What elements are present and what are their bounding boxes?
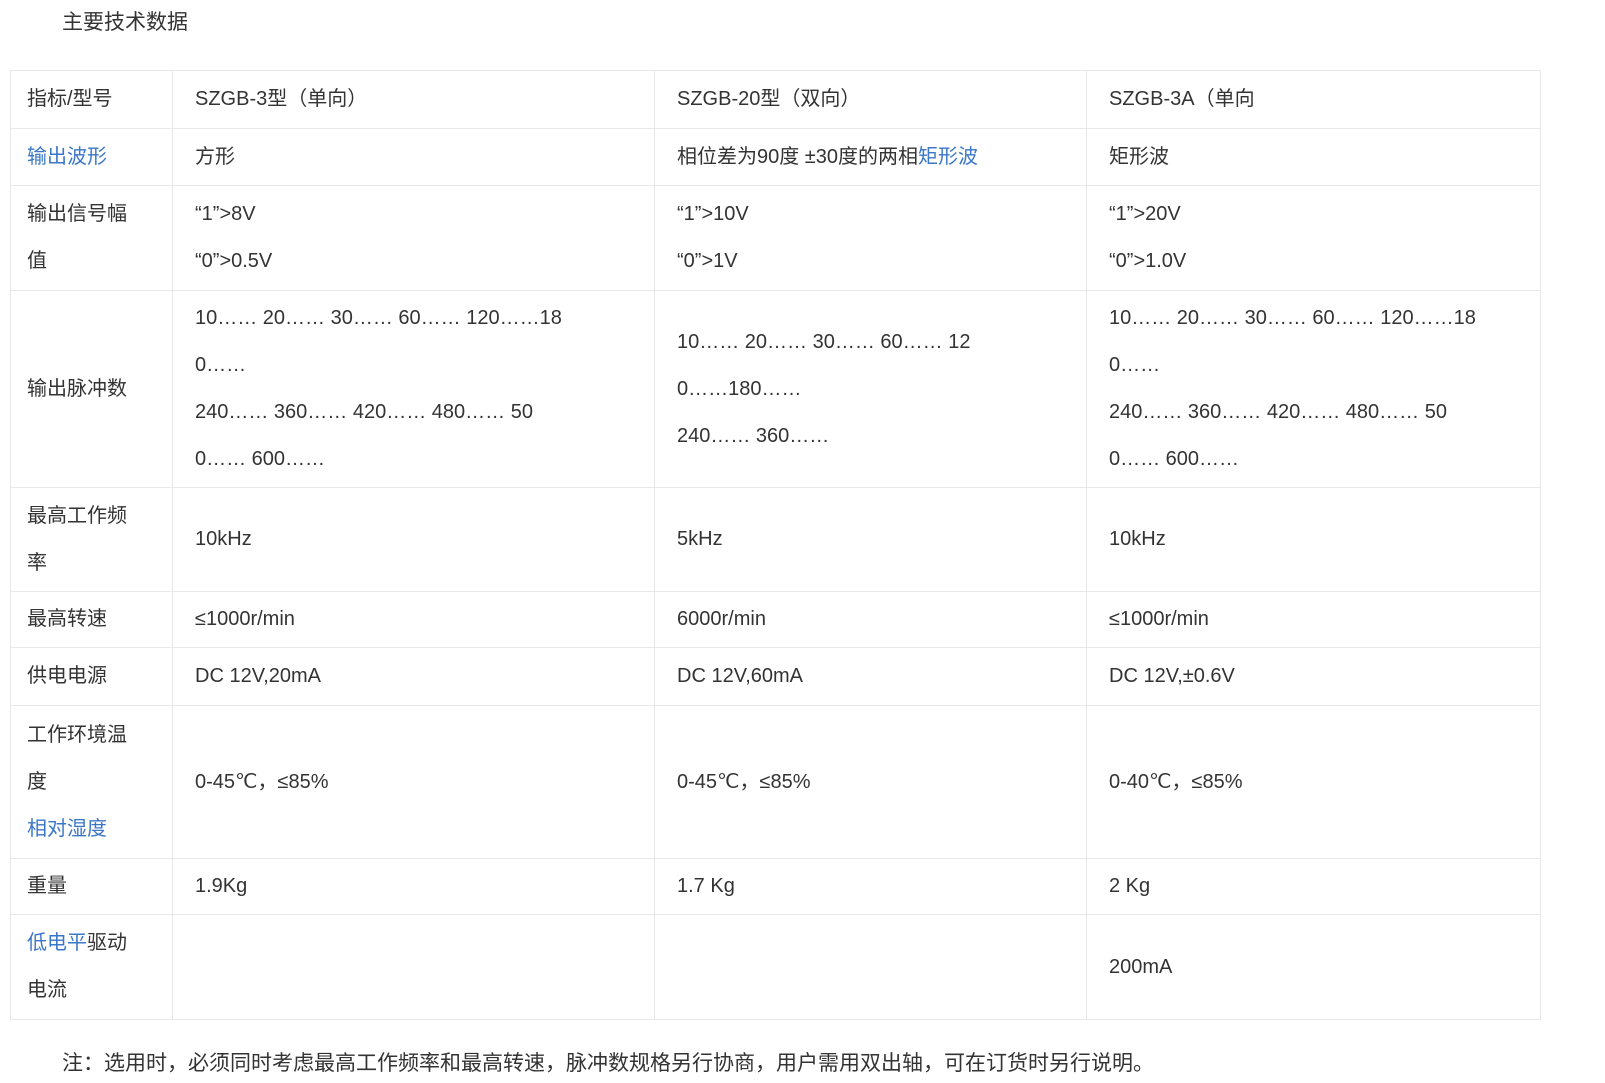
cell-amplitude-szgb3a: “1”>20V “0”>1.0V bbox=[1087, 186, 1541, 291]
amplitude-line: “0”>0.5V bbox=[195, 238, 634, 285]
pulses-line: 240…… 360…… 420…… 480…… 50 bbox=[1109, 389, 1520, 436]
cell-pulses-szgb20: 10…… 20…… 30…… 60…… 12 0……180…… 240…… 36… bbox=[655, 291, 1087, 488]
label-max-speed: 最高转速 bbox=[11, 592, 173, 648]
cell-environment-szgb20: 0-45℃，≤85% bbox=[655, 706, 1087, 859]
cell-pulses-szgb3: 10…… 20…… 30…… 60…… 120……18 0…… 240…… 36… bbox=[173, 291, 655, 488]
table-footnote: 注：选用时，必须同时考虑最高工作频率和最高转速，脉冲数规格另行协商，用户需用双出… bbox=[62, 1048, 1585, 1080]
label-output-signal-amplitude: 输出信号幅值 bbox=[11, 186, 173, 291]
waveform-szgb20-text: 相位差为90度 ±30度的两相 bbox=[677, 146, 918, 168]
row-max-speed: 最高转速 ≤1000r/min 6000r/min ≤1000r/min bbox=[11, 592, 1541, 648]
label-weight: 重量 bbox=[11, 859, 173, 915]
cell-weight-szgb3: 1.9Kg bbox=[173, 859, 655, 915]
row-working-environment: 工作环境温度 相对湿度 0-45℃，≤85% 0-45℃，≤85% 0-40℃，… bbox=[11, 706, 1541, 859]
pulses-line: 10…… 20…… 30…… 60…… 120……18 bbox=[1109, 295, 1520, 342]
pulses-line: 0……180…… bbox=[677, 366, 1066, 413]
working-environment-temperature-label: 工作环境温度 bbox=[27, 712, 142, 806]
label-max-working-frequency: 最高工作频率 bbox=[11, 488, 173, 592]
cell-drive-current-szgb3a: 200mA bbox=[1087, 915, 1541, 1020]
label-output-pulse-count: 输出脉冲数 bbox=[11, 291, 173, 488]
row-output-pulse-count: 输出脉冲数 10…… 20…… 30…… 60…… 120……18 0…… 24… bbox=[11, 291, 1541, 488]
cell-weight-szgb3a: 2 Kg bbox=[1087, 859, 1541, 915]
row-weight: 重量 1.9Kg 1.7 Kg 2 Kg bbox=[11, 859, 1541, 915]
cell-max-speed-szgb3a: ≤1000r/min bbox=[1087, 592, 1541, 648]
label-working-environment: 工作环境温度 相对湿度 bbox=[11, 706, 173, 859]
row-low-level-drive-current: 低电平驱动电流 200mA bbox=[11, 915, 1541, 1020]
amplitude-line: “0”>1V bbox=[677, 238, 1066, 285]
cell-pulses-szgb3a: 10…… 20…… 30…… 60…… 120……18 0…… 240…… 36… bbox=[1087, 291, 1541, 488]
spec-table: 指标/型号 SZGB-3型（单向） SZGB-20型（双向） SZGB-3A（单… bbox=[10, 70, 1541, 1020]
pulses-line: 10…… 20…… 30…… 60…… 12 bbox=[677, 319, 1066, 366]
row-output-waveform: 输出波形 方形 相位差为90度 ±30度的两相矩形波 矩形波 bbox=[11, 129, 1541, 186]
cell-waveform-szgb20: 相位差为90度 ±30度的两相矩形波 bbox=[655, 129, 1087, 186]
pulses-line: 0…… 600…… bbox=[195, 436, 634, 483]
header-cell-szgb20: SZGB-20型（双向） bbox=[655, 71, 1087, 129]
amplitude-line: “1”>10V bbox=[677, 191, 1066, 238]
cell-drive-current-szgb20 bbox=[655, 915, 1087, 1020]
cell-max-frequency-szgb3: 10kHz bbox=[173, 488, 655, 592]
output-waveform-link[interactable]: 输出波形 bbox=[27, 146, 107, 168]
pulses-line: 0…… bbox=[195, 342, 634, 389]
pulses-line: 10…… 20…… 30…… 60…… 120……18 bbox=[195, 295, 634, 342]
cell-amplitude-szgb20: “1”>10V “0”>1V bbox=[655, 186, 1087, 291]
row-max-working-frequency: 最高工作频率 10kHz 5kHz 10kHz bbox=[11, 488, 1541, 592]
label-power-supply: 供电电源 bbox=[11, 648, 173, 706]
pulses-line: 240…… 360…… bbox=[677, 413, 1066, 460]
cell-max-speed-szgb20: 6000r/min bbox=[655, 592, 1087, 648]
cell-environment-szgb3: 0-45℃，≤85% bbox=[173, 706, 655, 859]
pulses-line: 0…… 600…… bbox=[1109, 436, 1520, 483]
header-cell-indicator-model: 指标/型号 bbox=[11, 71, 173, 129]
cell-environment-szgb3a: 0-40℃，≤85% bbox=[1087, 706, 1541, 859]
page-title: 主要技术数据 bbox=[62, 8, 1605, 38]
cell-drive-current-szgb3 bbox=[173, 915, 655, 1020]
low-level-link[interactable]: 低电平 bbox=[27, 932, 87, 954]
rect-wave-link[interactable]: 矩形波 bbox=[918, 146, 978, 168]
cell-weight-szgb20: 1.7 Kg bbox=[655, 859, 1087, 915]
amplitude-line: “1”>20V bbox=[1109, 191, 1520, 238]
label-output-waveform: 输出波形 bbox=[11, 129, 173, 186]
table-header-row: 指标/型号 SZGB-3型（单向） SZGB-20型（双向） SZGB-3A（单… bbox=[11, 71, 1541, 129]
row-power-supply: 供电电源 DC 12V,20mA DC 12V,60mA DC 12V,±0.6… bbox=[11, 648, 1541, 706]
header-cell-szgb3: SZGB-3型（单向） bbox=[173, 71, 655, 129]
cell-max-frequency-szgb20: 5kHz bbox=[655, 488, 1087, 592]
label-low-level-drive-current: 低电平驱动电流 bbox=[11, 915, 173, 1020]
cell-waveform-szgb3: 方形 bbox=[173, 129, 655, 186]
header-cell-szgb3a: SZGB-3A（单向 bbox=[1087, 71, 1541, 129]
cell-amplitude-szgb3: “1”>8V “0”>0.5V bbox=[173, 186, 655, 291]
row-output-signal-amplitude: 输出信号幅值 “1”>8V “0”>0.5V “1”>10V “0”>1V “1… bbox=[11, 186, 1541, 291]
cell-power-supply-szgb3a: DC 12V,±0.6V bbox=[1087, 648, 1541, 706]
pulses-line: 0…… bbox=[1109, 342, 1520, 389]
pulses-line: 240…… 360…… 420…… 480…… 50 bbox=[195, 389, 634, 436]
cell-power-supply-szgb20: DC 12V,60mA bbox=[655, 648, 1087, 706]
cell-max-frequency-szgb3a: 10kHz bbox=[1087, 488, 1541, 592]
cell-waveform-szgb3a: 矩形波 bbox=[1087, 129, 1541, 186]
cell-power-supply-szgb3: DC 12V,20mA bbox=[173, 648, 655, 706]
cell-max-speed-szgb3: ≤1000r/min bbox=[173, 592, 655, 648]
relative-humidity-link[interactable]: 相对湿度 bbox=[27, 818, 107, 840]
amplitude-line: “1”>8V bbox=[195, 191, 634, 238]
amplitude-line: “0”>1.0V bbox=[1109, 238, 1520, 285]
